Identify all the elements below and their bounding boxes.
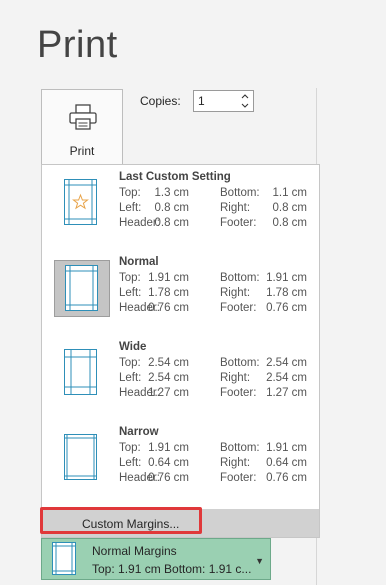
option-row: Top: 2.54 cm Bottom: 2.54 cm	[119, 357, 319, 371]
option-row: Top: 1.91 cm Bottom: 1.91 cm	[119, 442, 319, 456]
thumbnail-frame	[54, 345, 110, 402]
value: 1.27 cm	[148, 387, 189, 399]
value: 1.91 cm	[148, 442, 189, 454]
margins-dropdown-button[interactable]: Normal Margins Top: 1.91 cm Bottom: 1.91…	[41, 538, 271, 580]
label: Bottom:	[220, 442, 260, 454]
option-row: Header: 0.76 cm Footer: 0.76 cm	[119, 302, 319, 316]
label: Right:	[220, 202, 251, 214]
option-row: Left: 1.78 cm Right: 1.78 cm	[119, 287, 319, 301]
thumbnail-frame	[54, 175, 110, 232]
value: 0.8 cm	[154, 217, 189, 229]
value: 1.27 cm	[266, 387, 307, 399]
label: Bottom:	[220, 357, 260, 369]
print-button-label: Print	[69, 144, 95, 158]
print-button[interactable]: Print	[41, 89, 123, 167]
margins-name: Normal Margins	[92, 544, 177, 558]
page-margins-icon	[52, 542, 76, 575]
page-title: Print	[37, 24, 118, 66]
label: Top:	[119, 187, 141, 199]
thumbnail-frame	[54, 430, 110, 487]
spinner-arrows-icon[interactable]	[240, 91, 250, 111]
value: 1.78 cm	[148, 287, 189, 299]
value: 0.64 cm	[148, 457, 189, 469]
label: Right:	[220, 372, 251, 384]
label: Left:	[119, 287, 142, 299]
label: Left:	[119, 457, 142, 469]
option-name: Narrow	[119, 426, 159, 438]
value: 2.54 cm	[148, 357, 189, 369]
option-row: Left: 2.54 cm Right: 2.54 cm	[119, 372, 319, 386]
value: 0.76 cm	[148, 302, 189, 314]
option-name: Last Custom Setting	[119, 171, 231, 183]
value: 1.91 cm	[266, 442, 307, 454]
value: 1.3 cm	[154, 187, 189, 199]
value: 2.54 cm	[148, 372, 189, 384]
margin-option-normal[interactable]: Normal Top: 1.91 cm Bottom: 1.91 cm Left…	[42, 250, 319, 335]
label: Footer:	[220, 217, 257, 229]
value: 0.8 cm	[272, 202, 307, 214]
copies-label: Copies:	[140, 94, 181, 108]
label: Footer:	[220, 472, 257, 484]
highlight-box	[40, 507, 202, 534]
label: Top:	[119, 442, 141, 454]
value: 1.91 cm	[266, 272, 307, 284]
value: 0.8 cm	[154, 202, 189, 214]
option-row: Header: 0.76 cm Footer: 0.76 cm	[119, 472, 319, 486]
label: Top:	[119, 357, 141, 369]
printer-icon	[69, 104, 97, 130]
value: 1.91 cm	[148, 272, 189, 284]
page-margins-icon	[64, 349, 97, 395]
option-row: Top: 1.3 cm Bottom: 1.1 cm	[119, 187, 319, 201]
option-row: Header: 0.8 cm Footer: 0.8 cm	[119, 217, 319, 231]
label: Bottom:	[220, 272, 260, 284]
label: Left:	[119, 372, 142, 384]
copies-value: 1	[198, 94, 205, 108]
star-page-icon	[64, 179, 97, 225]
label: Right:	[220, 287, 251, 299]
value: 0.76 cm	[266, 302, 307, 314]
option-row: Left: 0.64 cm Right: 0.64 cm	[119, 457, 319, 471]
margin-option-last-custom[interactable]: Last Custom Setting Top: 1.3 cm Bottom: …	[42, 165, 319, 250]
option-row: Left: 0.8 cm Right: 0.8 cm	[119, 202, 319, 216]
margin-option-narrow[interactable]: Narrow Top: 1.91 cm Bottom: 1.91 cm Left…	[42, 420, 319, 505]
label: Left:	[119, 202, 142, 214]
value: 2.54 cm	[266, 357, 307, 369]
option-row: Header: 1.27 cm Footer: 1.27 cm	[119, 387, 319, 401]
thumbnail-frame-selected	[54, 260, 110, 317]
value: 2.54 cm	[266, 372, 307, 384]
label: Bottom:	[220, 187, 260, 199]
label: Footer:	[220, 387, 257, 399]
option-name: Wide	[119, 341, 147, 353]
value: 0.76 cm	[148, 472, 189, 484]
value: 0.76 cm	[266, 472, 307, 484]
value: 0.64 cm	[266, 457, 307, 469]
label: Top:	[119, 272, 141, 284]
margins-summary: Top: 1.91 cm Bottom: 1.91 c...	[92, 562, 252, 576]
dropdown-arrow-icon: ▼	[255, 556, 264, 566]
option-name: Normal	[119, 256, 159, 268]
value: 0.8 cm	[272, 217, 307, 229]
value: 1.78 cm	[266, 287, 307, 299]
page-margins-icon	[65, 265, 98, 311]
margins-dropdown-menu: Last Custom Setting Top: 1.3 cm Bottom: …	[41, 164, 320, 538]
value: 1.1 cm	[272, 187, 307, 199]
label: Right:	[220, 457, 251, 469]
copies-input[interactable]: 1	[193, 90, 254, 112]
margin-option-wide[interactable]: Wide Top: 2.54 cm Bottom: 2.54 cm Left: …	[42, 335, 319, 420]
label: Footer:	[220, 302, 257, 314]
option-row: Top: 1.91 cm Bottom: 1.91 cm	[119, 272, 319, 286]
page-margins-icon	[64, 434, 97, 480]
